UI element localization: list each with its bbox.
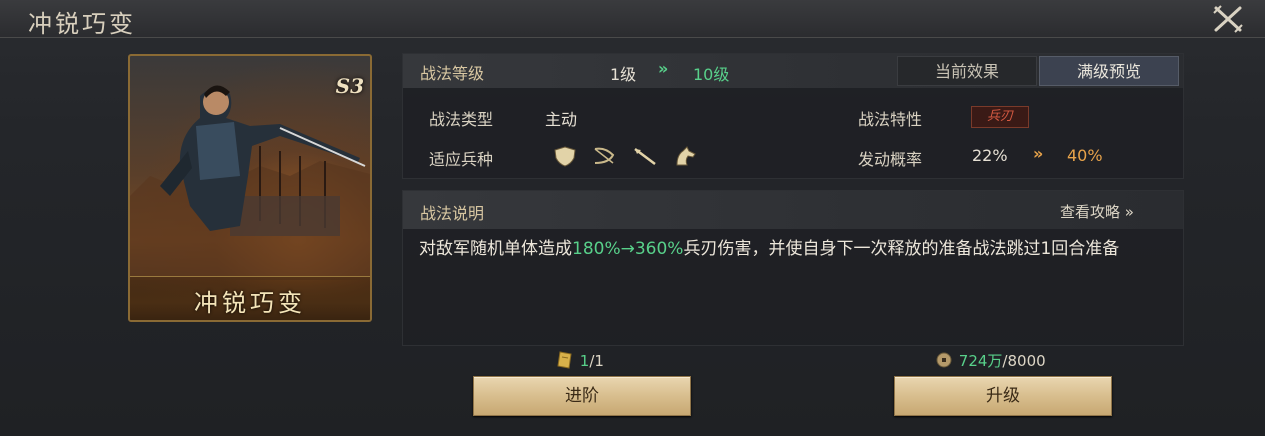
- close-button[interactable]: [1211, 3, 1245, 35]
- upgrade-button[interactable]: 升级: [894, 376, 1112, 416]
- rarity-badge: S3: [335, 74, 364, 98]
- horse-icon: [671, 145, 699, 167]
- advance-count-total: /1: [589, 352, 604, 370]
- upgrade-cost-current: 724万: [958, 352, 1003, 370]
- scroll-icon: [557, 351, 572, 369]
- skill-trait-tag: 兵刃: [971, 106, 1029, 128]
- card-name: 冲锐巧变: [194, 289, 306, 317]
- window-title: 冲锐巧变: [28, 10, 136, 38]
- skill-info-panel: 战法等级 1级 » 10级 当前效果 满级预览 战法类型 主动 战法特性 兵刃 …: [402, 53, 1184, 179]
- title-bar: 冲锐巧变: [0, 0, 1265, 38]
- level-arrow-icon: »: [658, 59, 669, 78]
- shield-icon: [551, 145, 579, 167]
- advance-count-current: 1: [579, 352, 590, 370]
- description-text: 对敌军随机单体造成180%→360%兵刃伤害，并使自身下一次释放的准备战法跳过1…: [419, 237, 1179, 261]
- tab-current-effect[interactable]: 当前效果: [897, 56, 1037, 86]
- skill-type-value: 主动: [545, 110, 578, 129]
- tab-max-preview[interactable]: 满级预览: [1039, 56, 1179, 86]
- trigger-current: 22%: [972, 146, 1008, 165]
- advance-counter: 1/1: [555, 350, 604, 370]
- general-portrait: [130, 85, 370, 280]
- level-max: 10级: [693, 65, 730, 84]
- description-text-part1: 对敌军随机单体造成: [419, 239, 572, 259]
- troops-label: 适应兵种: [429, 150, 494, 169]
- level-header: 战法等级 1级 » 10级 当前效果 满级预览: [403, 54, 1183, 88]
- skill-card: S3 冲锐巧变: [128, 54, 372, 322]
- description-label: 战法说明: [420, 204, 485, 223]
- description-panel: 战法说明 查看攻略 » 对敌军随机单体造成180%→360%兵刃伤害，并使自身下…: [402, 190, 1184, 346]
- trigger-max: 40%: [1067, 146, 1103, 165]
- description-damage-range: 180%→360%: [572, 239, 684, 259]
- advance-button[interactable]: 进阶: [473, 376, 691, 416]
- level-current: 1级: [610, 65, 637, 84]
- upgrade-cost: 724万/8000: [934, 350, 1046, 371]
- trigger-label: 发动概率: [858, 150, 923, 169]
- card-name-bar: 冲锐巧变: [130, 276, 370, 320]
- skill-trait-label: 战法特性: [858, 110, 923, 129]
- skill-type-label: 战法类型: [429, 110, 494, 129]
- level-label: 战法等级: [420, 64, 485, 83]
- coin-icon: [936, 352, 952, 368]
- spear-icon: [631, 145, 659, 167]
- bow-icon: [591, 145, 619, 167]
- close-icon: [1213, 5, 1243, 33]
- trigger-arrow-icon: »: [1033, 144, 1044, 163]
- upgrade-cost-total: /8000: [1002, 352, 1046, 370]
- description-text-part2: 兵刃伤害，并使自身下一次释放的准备战法跳过1回合准备: [683, 239, 1120, 259]
- description-header: 战法说明 查看攻略 »: [403, 191, 1183, 229]
- guide-link[interactable]: 查看攻略 »: [1060, 201, 1134, 222]
